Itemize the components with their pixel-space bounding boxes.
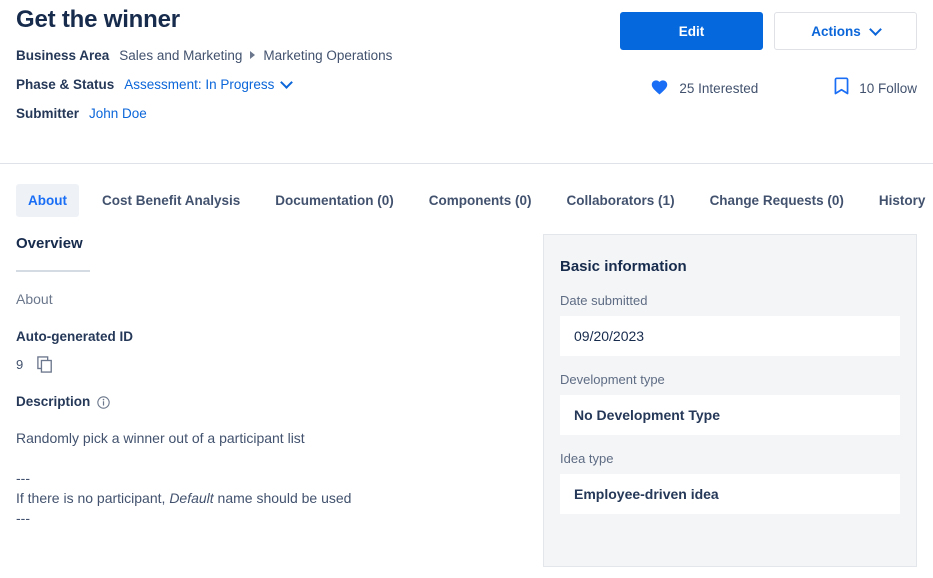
header-divider xyxy=(0,163,933,164)
tab-cost-benefit-analysis[interactable]: Cost Benefit Analysis xyxy=(90,184,252,217)
about-label: About xyxy=(16,291,53,307)
basic-information-panel: Basic information Date submitted 09/20/2… xyxy=(543,234,917,567)
description-line-3-pre: If there is no participant, xyxy=(16,490,170,506)
edit-button[interactable]: Edit xyxy=(620,12,763,50)
tab-collaborators[interactable]: Collaborators (1) xyxy=(555,184,687,217)
business-area-label: Business Area xyxy=(16,47,110,63)
overview-title: Overview xyxy=(16,235,83,252)
tab-change-requests[interactable]: Change Requests (0) xyxy=(698,184,856,217)
description-line-3: If there is no participant, Default name… xyxy=(16,488,516,508)
field-idea-type: Idea type Employee-driven idea xyxy=(544,451,916,514)
chevron-down-icon xyxy=(868,22,882,36)
submitter-value[interactable]: John Doe xyxy=(89,106,147,121)
description-line-1: Randomly pick a winner out of a particip… xyxy=(16,430,305,446)
bookmark-icon xyxy=(834,77,849,100)
tab-components[interactable]: Components (0) xyxy=(417,184,544,217)
description-line-3-post: name should be used xyxy=(213,490,352,506)
field-idea-type-label: Idea type xyxy=(560,451,614,466)
heart-icon xyxy=(650,78,669,100)
copy-icon[interactable] xyxy=(37,356,53,373)
tab-documentation[interactable]: Documentation (0) xyxy=(263,184,406,217)
social-actions: 25 Interested 10 Follow xyxy=(650,77,917,100)
field-idea-type-value: Employee-driven idea xyxy=(560,474,900,514)
tab-history[interactable]: History xyxy=(867,184,933,217)
main-content: Overview About Auto-generated ID 9 Descr… xyxy=(0,234,933,578)
description-body: Randomly pick a winner out of a particip… xyxy=(16,428,516,528)
description-label-text: Description xyxy=(16,394,91,409)
page-header: Get the winner Business Area Sales and M… xyxy=(0,0,933,122)
auto-generated-id-label: Auto-generated ID xyxy=(16,328,516,346)
auto-generated-id-label-text: Auto-generated ID xyxy=(16,329,134,344)
breadcrumb-separator-icon xyxy=(250,51,256,59)
interested-button[interactable]: 25 Interested xyxy=(650,78,758,100)
idea-detail-page: Get the winner Business Area Sales and M… xyxy=(0,0,933,578)
submitter-label: Submitter xyxy=(16,105,80,121)
info-icon[interactable] xyxy=(97,395,110,409)
business-area-parent: Sales and Marketing xyxy=(119,47,243,63)
header-action-buttons: Edit Actions xyxy=(620,12,917,50)
chevron-down-icon[interactable] xyxy=(280,75,294,89)
description-line-4: --- xyxy=(16,510,30,526)
description-line-2: --- xyxy=(16,470,30,486)
field-development-type-label: Development type xyxy=(560,372,665,387)
field-date-submitted: Date submitted 09/20/2023 xyxy=(544,293,916,356)
overview-column: Overview About Auto-generated ID 9 Descr… xyxy=(16,234,516,528)
field-date-submitted-value: 09/20/2023 xyxy=(560,316,900,356)
phase-status-value[interactable]: Assessment: In Progress xyxy=(124,77,274,92)
auto-generated-id-value: 9 xyxy=(16,356,24,372)
actions-dropdown-button[interactable]: Actions xyxy=(774,12,917,50)
field-date-submitted-label: Date submitted xyxy=(560,293,648,308)
phase-status-label: Phase & Status xyxy=(16,76,115,92)
follow-button[interactable]: 10 Follow xyxy=(834,77,917,100)
description-label: Description xyxy=(16,393,516,411)
overview-rule xyxy=(16,270,90,272)
business-area-child: Marketing Operations xyxy=(263,47,393,63)
tab-bar: About Cost Benefit Analysis Documentatio… xyxy=(16,183,933,217)
description-line-3-emphasis: Default xyxy=(169,490,214,506)
field-development-type-value: No Development Type xyxy=(560,395,900,435)
auto-generated-id-row: 9 xyxy=(16,356,516,373)
follow-count-label: 10 Follow xyxy=(859,81,917,96)
basic-information-title: Basic information xyxy=(560,258,687,275)
submitter-row: Submitter John Doe xyxy=(16,104,917,122)
interested-count-label: 25 Interested xyxy=(679,81,759,96)
actions-dropdown-label: Actions xyxy=(811,23,861,39)
tab-about[interactable]: About xyxy=(16,183,79,217)
field-development-type: Development type No Development Type xyxy=(544,372,916,435)
